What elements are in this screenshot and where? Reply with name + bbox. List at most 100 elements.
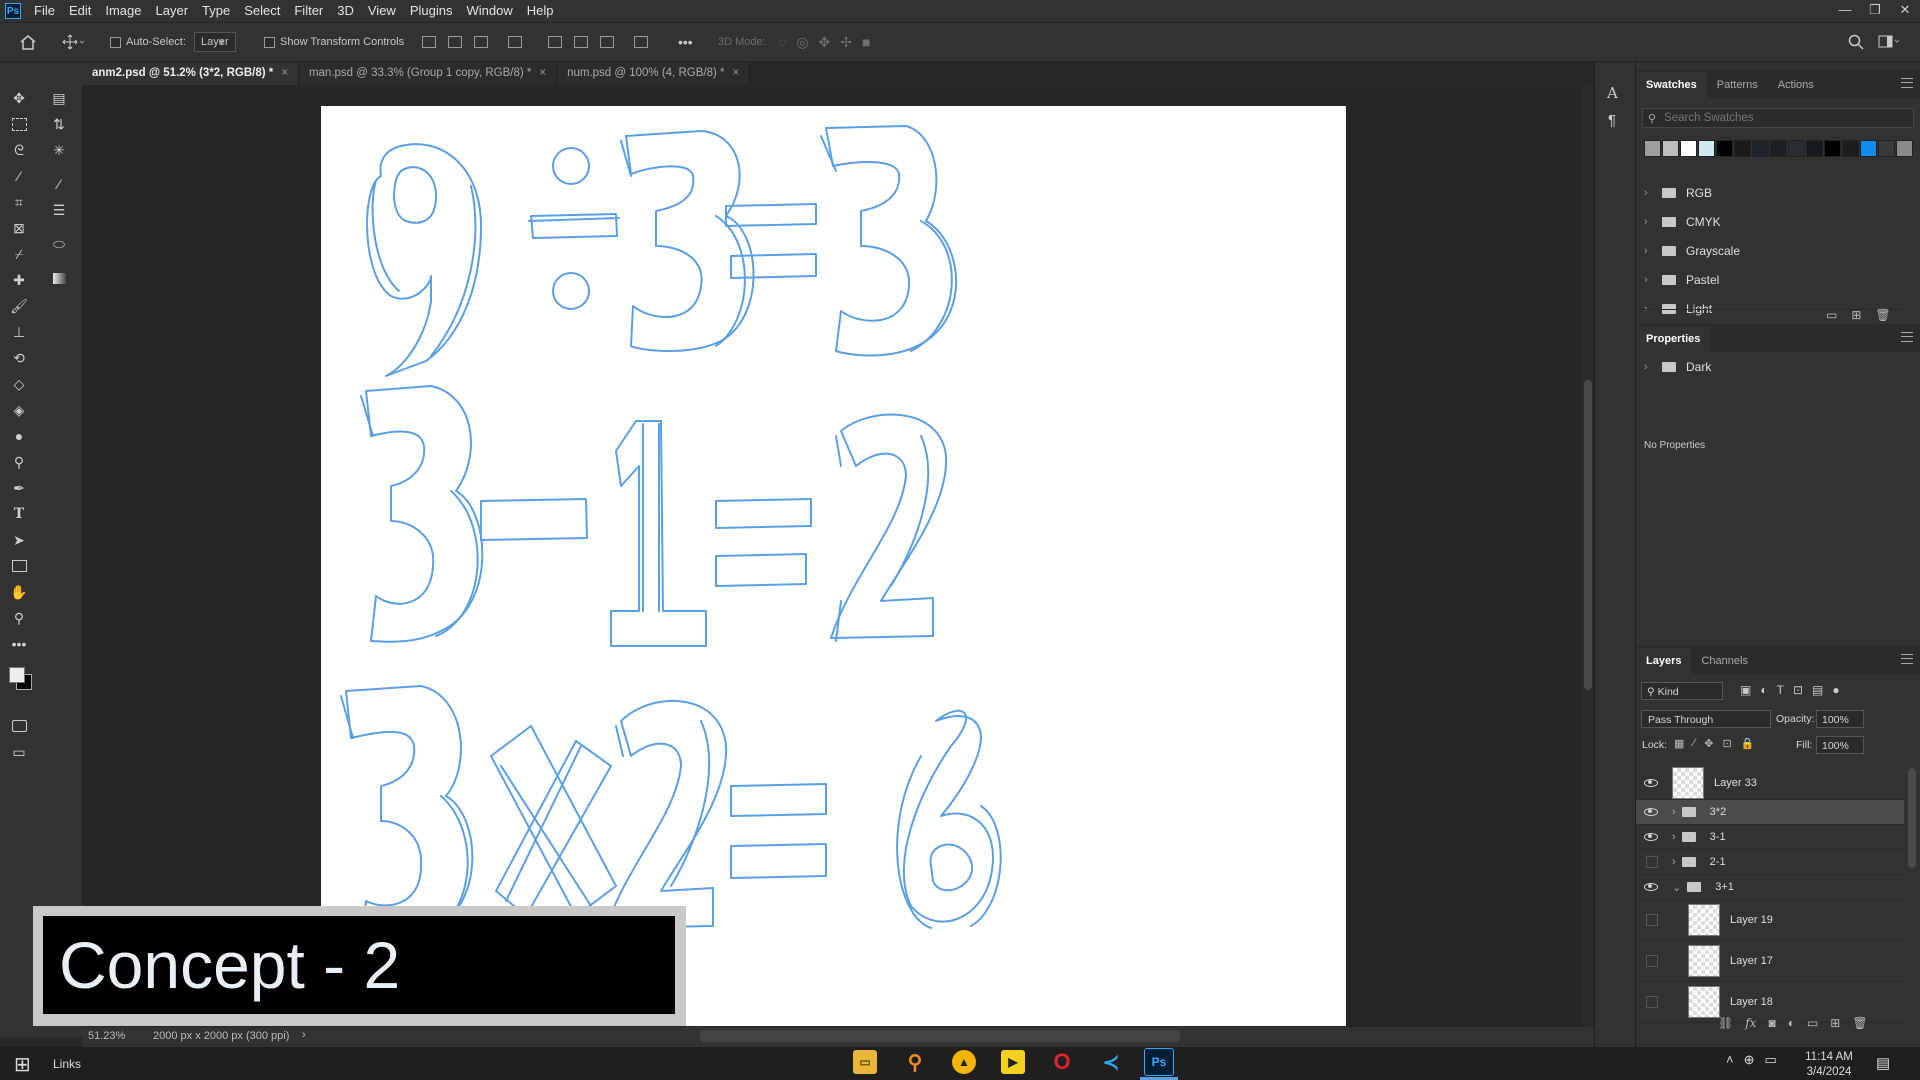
type-tool-icon[interactable]: T xyxy=(8,504,30,524)
type-filter-icon[interactable]: T xyxy=(1777,683,1784,697)
pixel-filter-icon[interactable]: ▣ xyxy=(1740,683,1751,697)
hand-tool-icon[interactable]: ✋ xyxy=(8,582,30,602)
document-canvas[interactable] xyxy=(321,106,1346,1026)
lock-position-icon[interactable]: ✥ xyxy=(1704,737,1713,750)
more-options-button[interactable]: ••• xyxy=(678,23,693,61)
visibility-off-icon[interactable] xyxy=(1646,914,1658,926)
minimize-button[interactable]: — xyxy=(1830,0,1860,22)
show-transform-check-icon[interactable] xyxy=(264,36,275,48)
swatches-search-input[interactable] xyxy=(1662,111,1897,125)
show-transform-checkbox[interactable]: Show Transform Controls xyxy=(264,23,404,61)
zoom-level[interactable]: 51.23% xyxy=(88,1030,125,1042)
chevron-right-icon[interactable]: › xyxy=(1644,245,1654,257)
adjustment-sliders-icon[interactable]: ☰ xyxy=(48,200,70,220)
menu-3d[interactable]: 3D xyxy=(330,0,361,22)
player-app-icon[interactable]: ▶ xyxy=(1001,1050,1025,1074)
pen-tool-icon[interactable]: ✒ xyxy=(8,478,30,498)
add-mask-icon[interactable]: ◙ xyxy=(1768,1016,1775,1030)
chevron-down-icon[interactable]: ⌄ xyxy=(1672,881,1681,894)
clock[interactable]: 11:14 AM 3/4/2024 xyxy=(1798,1050,1860,1080)
auto-select-check-icon[interactable] xyxy=(110,36,121,48)
layer-filter-dropdown[interactable]: ⚲ Kind xyxy=(1641,682,1723,700)
chevron-right-icon[interactable]: › xyxy=(1644,274,1654,286)
ruler-tool-icon[interactable]: ▤ xyxy=(48,88,70,108)
new-group-icon[interactable]: ▭ xyxy=(1807,1016,1818,1030)
panel-menu-icon[interactable] xyxy=(1901,78,1913,88)
menu-file[interactable]: File xyxy=(27,0,62,22)
color-swatch[interactable] xyxy=(1824,140,1841,157)
menu-help[interactable]: Help xyxy=(520,0,561,22)
layer-row[interactable]: Layer 33 xyxy=(1636,766,1904,800)
screen-mode-icon[interactable]: ▭ xyxy=(8,742,30,762)
frame-tool-icon[interactable]: ⊠ xyxy=(8,218,30,238)
search-icon[interactable] xyxy=(1848,23,1864,61)
tray-chevron-icon[interactable]: ˄ xyxy=(1726,1052,1734,1068)
opacity-input[interactable]: 100% xyxy=(1816,710,1864,728)
chevron-right-icon[interactable]: › xyxy=(1644,187,1654,199)
color-swatch[interactable] xyxy=(1644,140,1661,157)
tab-man[interactable]: man.psd @ 33.3% (Group 1 copy, RGB/8) * × xyxy=(298,62,558,85)
adjustment-layer-icon[interactable]: ◐ xyxy=(1788,1016,1795,1030)
auto-select-dropdown[interactable]: Layer ▾ xyxy=(194,23,236,61)
menu-view[interactable]: View xyxy=(361,0,403,22)
magic-wand-tool-icon[interactable]: ⁄ xyxy=(8,166,30,186)
layer-row[interactable]: Layer 17 xyxy=(1636,941,1904,982)
panel-menu-icon[interactable] xyxy=(1901,654,1913,664)
swatches-search[interactable]: ⚲ xyxy=(1642,108,1914,128)
color-swatch[interactable] xyxy=(1770,140,1787,157)
chevron-right-icon[interactable]: › xyxy=(1644,361,1654,373)
filter-toggle-icon[interactable]: ● xyxy=(1832,683,1839,697)
sparkle-tool-icon[interactable]: ✳ xyxy=(48,140,70,160)
new-layer-icon[interactable]: ⊞ xyxy=(1830,1016,1840,1030)
visibility-off-icon[interactable] xyxy=(1646,856,1658,868)
new-swatch-icon[interactable]: ⊞ xyxy=(1851,308,1861,322)
slide-3d-icon[interactable]: ✢ xyxy=(840,34,852,51)
color-swatch[interactable] xyxy=(1662,140,1679,157)
tab-swatches[interactable]: Swatches xyxy=(1636,72,1707,98)
rectangle-tool-icon[interactable] xyxy=(8,556,30,576)
smart-object-filter-icon[interactable]: ▤ xyxy=(1812,683,1823,697)
color-swatch[interactable] xyxy=(1680,140,1697,157)
menu-plugins[interactable]: Plugins xyxy=(403,0,460,22)
vertical-scroll-thumb[interactable] xyxy=(1584,380,1592,690)
tab-channels[interactable]: Channels xyxy=(1691,648,1757,674)
move-tool-preset-icon[interactable] xyxy=(62,23,84,61)
color-swatch[interactable] xyxy=(1842,140,1859,157)
color-swatch[interactable] xyxy=(1878,140,1895,157)
color-swatch[interactable] xyxy=(1716,140,1733,157)
eye-icon[interactable] xyxy=(1644,833,1658,841)
crop-tool-icon[interactable]: ⌗ xyxy=(8,192,30,212)
panel-menu-icon[interactable] xyxy=(1901,332,1913,342)
eyedropper-tool-icon[interactable]: ⌿ xyxy=(8,244,30,264)
orbit-3d-icon[interactable]: ◌ xyxy=(778,34,786,50)
layers-scroll-thumb[interactable] xyxy=(1908,768,1916,868)
adjustment-filter-icon[interactable]: ◐ xyxy=(1760,683,1767,697)
color-swatch[interactable] xyxy=(1806,140,1823,157)
menu-filter[interactable]: Filter xyxy=(287,0,330,22)
color-swatch[interactable] xyxy=(1860,140,1877,157)
swatch-group-row[interactable]: › Pastel xyxy=(1636,265,1906,294)
paragraph-panel-icon[interactable]: ¶ xyxy=(1608,112,1616,129)
color-swatch[interactable] xyxy=(1752,140,1769,157)
chevron-right-icon[interactable]: › xyxy=(1644,216,1654,228)
character-panel-icon[interactable]: A xyxy=(1607,84,1618,102)
eraser-tool-icon[interactable]: ◇ xyxy=(8,374,30,394)
tab-properties[interactable]: Properties xyxy=(1636,326,1711,352)
align-center-h-icon[interactable] xyxy=(448,36,462,48)
distribute-icon[interactable] xyxy=(508,36,522,48)
chevron-right-icon[interactable]: › xyxy=(1672,856,1676,868)
blend-mode-dropdown[interactable]: Pass Through xyxy=(1641,710,1771,728)
align-right-icon[interactable] xyxy=(474,36,488,48)
lock-artboard-icon[interactable]: ⊡ xyxy=(1722,737,1731,750)
camera-3d-icon[interactable]: ■ xyxy=(862,34,870,50)
align-left-icon[interactable] xyxy=(422,36,436,48)
gradient-tool-icon[interactable] xyxy=(48,268,70,288)
photoshop-taskbar-icon[interactable]: Ps xyxy=(1144,1048,1174,1076)
new-group-icon[interactable]: ▭ xyxy=(1826,308,1837,322)
restore-button[interactable]: ❐ xyxy=(1860,0,1890,22)
lock-transparency-icon[interactable]: ▦ xyxy=(1674,737,1684,750)
blur-tool-icon[interactable]: ● xyxy=(8,426,30,446)
marquee-tool-icon[interactable] xyxy=(8,114,30,134)
close-icon[interactable]: × xyxy=(732,67,739,79)
menu-edit[interactable]: Edit xyxy=(62,0,98,22)
